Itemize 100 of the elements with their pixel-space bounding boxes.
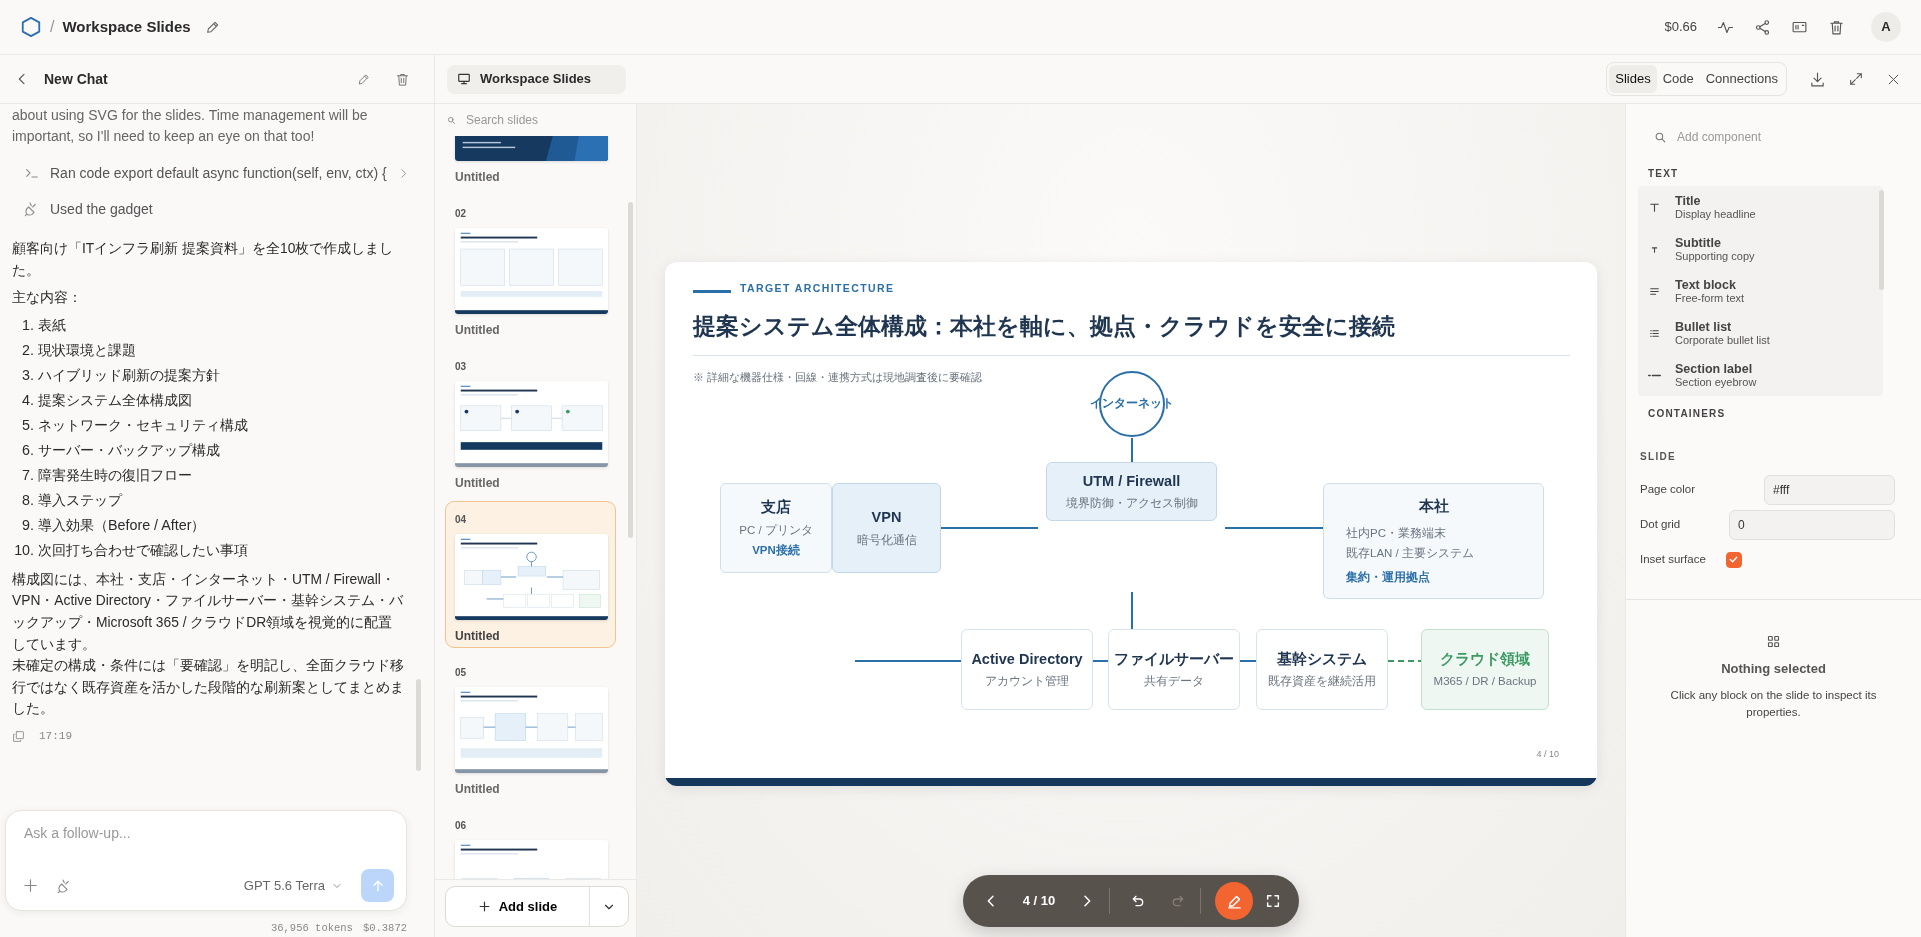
slide-canvas[interactable] — [665, 262, 1597, 786]
node-title: Active Directory — [971, 649, 1083, 669]
node-title: クラウド領域 — [1440, 649, 1530, 669]
logo-icon[interactable] — [20, 16, 42, 38]
list-number: 9. — [21, 515, 34, 535]
user-avatar[interactable]: A — [1871, 12, 1901, 42]
component-description: Supporting copy — [1675, 249, 1755, 263]
message-field[interactable]: Ask a follow-up... — [22, 821, 394, 862]
add-icon[interactable] — [22, 877, 39, 895]
component-description: Corporate bullet list — [1675, 333, 1770, 347]
tool-call-button[interactable]: Used the gadget — [12, 191, 159, 227]
list-item-text: ハイブリッド刷新の提案方針 — [38, 365, 220, 385]
diagram-node[interactable]: 本社 社内PC・業務端末 既存LAN / 主要システム 集約・運用拠点 — [1323, 483, 1544, 599]
node-text: 既存資産を継続活用 — [1268, 674, 1376, 690]
component-item[interactable]: Text block Free-form text — [1638, 270, 1883, 312]
node-title: VPN — [871, 508, 902, 527]
model-selector[interactable]: GPT 5.6 Terra — [243, 876, 343, 896]
slide-item[interactable]: 04 Untitled — [445, 501, 616, 648]
number-field[interactable]: 0 — [1729, 509, 1895, 540]
component-title: Text block — [1675, 277, 1737, 292]
slide-item[interactable]: 05 Untitled — [445, 654, 616, 801]
search-icon — [1654, 130, 1667, 144]
project-title: Workspace Slides — [62, 16, 191, 37]
node-tag: 集約・運用拠点 — [1346, 569, 1430, 587]
list-item-text: 導入ステップ — [38, 490, 122, 510]
cost-text: $0.66 — [1664, 18, 1697, 37]
view-tab[interactable]: Slides — [1609, 65, 1657, 93]
slide-item[interactable]: 06 — [445, 807, 616, 879]
empty-state-text: Click any block on the slide to inspect its properties. — [1669, 687, 1878, 720]
scrollbar-thumb[interactable] — [416, 679, 421, 771]
expand-icon[interactable] — [1848, 71, 1864, 87]
empty-state-title: Nothing selected — [1721, 660, 1826, 678]
slide-number: 03 — [455, 360, 468, 374]
connector-line — [1131, 437, 1133, 463]
diagram-node[interactable]: 基幹システム 既存資産を継続活用 — [1256, 629, 1388, 710]
list-number: 7. — [21, 465, 34, 485]
node-text: PC / プリンタ — [739, 522, 813, 538]
undo-icon[interactable] — [1130, 893, 1146, 909]
checkbox[interactable] — [1725, 551, 1742, 568]
group-heading: CONTAINERS — [1647, 407, 1727, 421]
component-item[interactable]: Bullet list Corporate bullet list — [1638, 312, 1883, 354]
node-text: 共有データ — [1144, 674, 1204, 690]
component-item[interactable]: Title Display headline — [1638, 186, 1883, 228]
check-icon — [1728, 554, 1740, 565]
diagram-node[interactable]: Active Directory アカウント管理 — [961, 629, 1093, 710]
share-icon[interactable] — [1754, 18, 1771, 36]
diagram-node[interactable]: ファイルサーバー 共有データ — [1108, 629, 1240, 710]
slide-number: 05 — [455, 666, 468, 680]
tool-call-button[interactable]: Ran code export default async function(self, env, ctx) { — [12, 155, 416, 191]
breadcrumb-separator: / — [50, 17, 55, 37]
slide-item[interactable]: 02 Untitled — [445, 195, 616, 342]
reasoning-text: about using SVG for the slides. Time management will be important, so I'll need to keep an eye on that too! — [12, 106, 369, 146]
search-icon — [447, 115, 456, 125]
component-item[interactable]: Section label Section eyebrow — [1638, 354, 1883, 396]
slide-number: 04 — [455, 513, 468, 527]
page-number: 4 / 10 — [1536, 748, 1559, 761]
slide-title: Untitled — [455, 628, 501, 645]
component-description: Section eyebrow — [1675, 375, 1757, 389]
draw-button[interactable] — [1215, 882, 1253, 920]
list-number: 8. — [21, 490, 34, 510]
rename-icon[interactable] — [357, 72, 371, 86]
field-label: Dot grid — [1640, 516, 1681, 532]
edit-icon[interactable] — [204, 19, 221, 35]
slide-item[interactable]: Untitled — [445, 136, 616, 189]
list-number: 3. — [21, 365, 34, 385]
fullscreen-icon[interactable] — [1265, 893, 1281, 909]
list-number: 10. — [13, 540, 34, 560]
color-field[interactable]: #fff — [1764, 474, 1895, 505]
node-title: UTM / Firewall — [1082, 471, 1181, 491]
list-item-text: ネットワーク・セキュリティ構成 — [38, 415, 248, 435]
section-heading: SLIDE — [1639, 450, 1677, 464]
list-item-text: 導入効果（Before / After） — [38, 515, 206, 535]
node-text: 社内PC・業務端末 — [1346, 525, 1446, 541]
diagram-node[interactable]: クラウド領域 M365 / DR / Backup — [1421, 629, 1549, 710]
component-item[interactable]: Subtitle Supporting copy — [1638, 228, 1883, 270]
slide-item[interactable]: 03 Untitled — [445, 348, 616, 495]
cost-text: $0.3872 — [362, 921, 407, 937]
token-count: 36,956 tokens — [270, 921, 353, 937]
node-text: 境界防御・アクセス制御 — [1065, 496, 1198, 512]
component-title: Bullet list — [1675, 319, 1733, 334]
download-icon[interactable] — [1809, 70, 1826, 88]
component-title: Title — [1675, 193, 1702, 208]
node-title: ファイルサーバー — [1114, 649, 1234, 669]
scrollbar-thumb[interactable] — [628, 202, 633, 538]
group-heading: TEXT — [1647, 167, 1680, 181]
view-tab[interactable]: Code — [1656, 65, 1700, 93]
search-field[interactable]: Search slides — [464, 110, 604, 130]
delete-icon[interactable] — [395, 71, 410, 87]
diagram-node[interactable]: UTM / Firewall 境界防御・アクセス制御 — [1046, 462, 1217, 521]
deck-title-chip[interactable]: Workspace Slides — [447, 64, 626, 94]
diagram-node[interactable]: VPN 暗号化通信 — [832, 483, 941, 573]
list-item-text: 提案システム全体構成図 — [38, 390, 192, 410]
delete-icon[interactable] — [1828, 18, 1845, 36]
message-composer[interactable]: Ask a follow-up... GPT 5.6 Terra — [5, 810, 407, 912]
list-number: 1. — [21, 315, 34, 335]
view-tab[interactable]: Connections — [1699, 65, 1784, 93]
scrollbar-thumb[interactable] — [1879, 190, 1884, 290]
slide-number: 02 — [455, 207, 468, 221]
diagram-node[interactable]: 支店 PC / プリンタ VPN接続 — [720, 483, 832, 573]
search-field[interactable]: Add component — [1675, 127, 1875, 147]
